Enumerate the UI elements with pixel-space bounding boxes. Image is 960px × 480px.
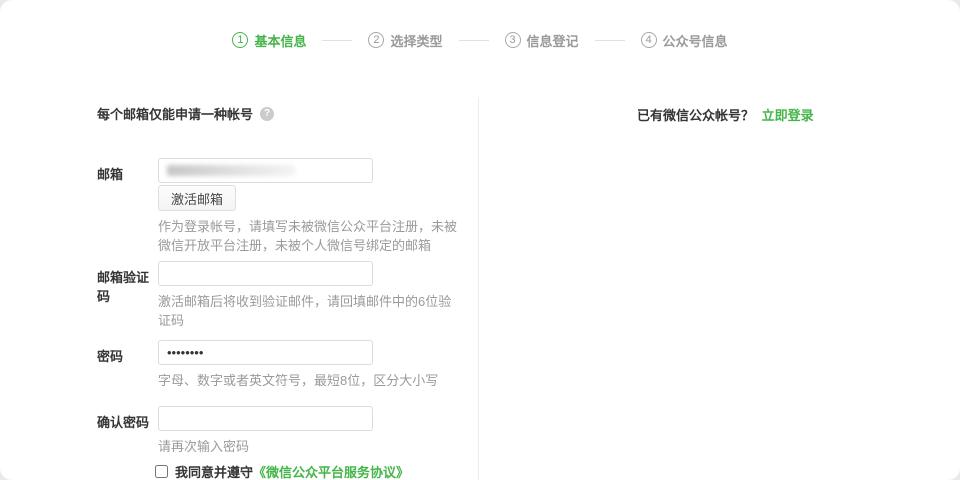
service-agreement-link[interactable]: 《微信公众平台服务协议》	[253, 462, 409, 480]
step-separator	[459, 40, 489, 41]
email-input[interactable]	[158, 158, 373, 183]
step-4-label: 公众号信息	[663, 31, 728, 50]
step-basic-info: 1 基本信息	[232, 31, 306, 50]
step-account-info: 4 公众号信息	[641, 31, 728, 50]
password-input[interactable]	[158, 340, 373, 365]
confirm-password-input[interactable]	[158, 406, 373, 431]
step-indicator: 1 基本信息 2 选择类型 3 信息登记 4 公众号信息	[0, 30, 960, 50]
login-now-link[interactable]: 立即登录	[762, 108, 814, 123]
form-header: 每个邮箱仅能申请一种帐号 ?	[97, 104, 274, 123]
step-2-label: 选择类型	[390, 31, 442, 50]
step-separator	[322, 40, 352, 41]
password-helper-text: 字母、数字或者英文符号，最短8位，区分大小写	[158, 371, 464, 390]
code-helper-text: 激活邮箱后将收到验证邮件，请回填邮件中的6位验证码	[158, 292, 464, 330]
step-choose-type: 2 选择类型	[368, 31, 442, 50]
form-header-text: 每个邮箱仅能申请一种帐号	[97, 104, 253, 123]
existing-account-text: 已有微信公众帐号？	[637, 108, 754, 123]
help-question-icon[interactable]: ?	[260, 107, 274, 121]
existing-account-prompt: 已有微信公众帐号？ 立即登录	[637, 105, 814, 124]
activate-email-button[interactable]: 激活邮箱	[158, 185, 236, 211]
step-2-circle-icon: 2	[368, 32, 384, 48]
confirm-password-label: 确认密码	[97, 406, 158, 456]
step-separator	[595, 40, 625, 41]
code-label: 邮箱验证码	[97, 261, 158, 330]
email-label: 邮箱	[97, 158, 158, 255]
email-row: 邮箱 激活邮箱 作为登录帐号，请填写未被微信公众平台注册，未被微信开放平台注册，…	[97, 158, 470, 255]
step-4-circle-icon: 4	[641, 32, 657, 48]
step-info-register: 3 信息登记	[505, 31, 579, 50]
agreement-row: 我同意并遵守 《微信公众平台服务协议》	[155, 462, 409, 480]
registration-card: 1 基本信息 2 选择类型 3 信息登记 4 公众号信息 每个邮箱仅能申请一种帐…	[0, 0, 960, 480]
step-1-circle-icon: 1	[232, 32, 248, 48]
step-3-circle-icon: 3	[505, 32, 521, 48]
email-helper-text: 作为登录帐号，请填写未被微信公众平台注册，未被微信开放平台注册，未被个人微信号绑…	[158, 217, 464, 255]
code-input[interactable]	[158, 261, 373, 286]
password-row: 密码 字母、数字或者英文符号，最短8位，区分大小写	[97, 340, 470, 390]
confirm-password-row: 确认密码 请再次输入密码	[97, 406, 470, 456]
confirm-password-helper-text: 请再次输入密码	[158, 437, 464, 456]
step-1-label: 基本信息	[254, 31, 306, 50]
column-divider	[478, 97, 479, 480]
code-row: 邮箱验证码 激活邮箱后将收到验证邮件，请回填邮件中的6位验证码	[97, 261, 470, 330]
step-3-label: 信息登记	[527, 31, 579, 50]
agreement-text: 我同意并遵守	[175, 462, 253, 480]
agreement-checkbox[interactable]	[155, 465, 168, 478]
password-label: 密码	[97, 340, 158, 390]
